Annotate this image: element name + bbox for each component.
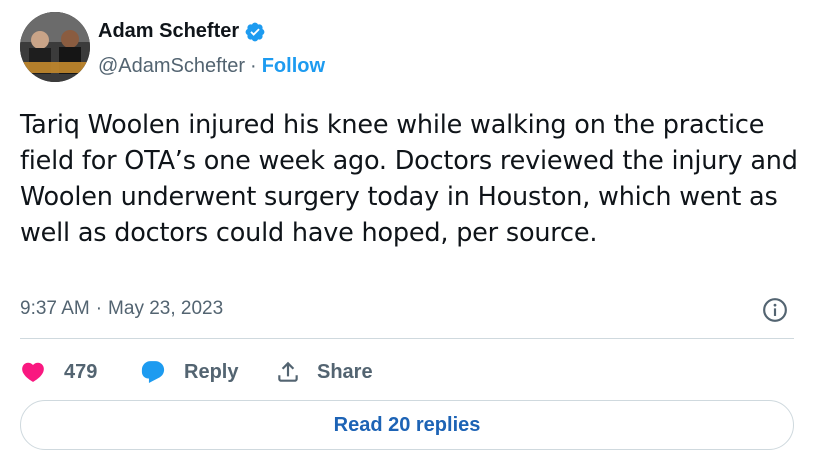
heart-icon xyxy=(22,362,44,382)
info-icon[interactable] xyxy=(762,297,788,323)
reply-button[interactable]: Reply xyxy=(140,359,275,385)
like-button[interactable]: 479 xyxy=(20,359,140,385)
author-display-name[interactable]: Adam Schefter xyxy=(98,20,239,43)
tweet-text: Tariq Woolen injured his knee while walk… xyxy=(20,110,798,248)
tweet-time: 9:37 AM xyxy=(20,298,90,319)
tweet-timestamp[interactable]: 9:37 AM · May 23, 2023 xyxy=(20,298,223,320)
reply-bubble-icon xyxy=(141,361,165,383)
read-replies-button[interactable]: Read 20 replies xyxy=(20,400,794,450)
author-handle[interactable]: @AdamSchefter xyxy=(98,55,245,78)
share-label: Share xyxy=(317,360,373,383)
separator-dot: · xyxy=(95,298,103,319)
verified-badge-icon xyxy=(245,22,265,41)
author-handle-row: @AdamSchefter · Follow xyxy=(98,55,325,78)
tweet-date: May 23, 2023 xyxy=(108,298,224,319)
like-count: 479 xyxy=(64,360,98,383)
reply-label: Reply xyxy=(184,360,239,383)
separator-dot: · xyxy=(250,55,257,77)
share-button[interactable]: Share xyxy=(275,359,373,385)
avatar[interactable] xyxy=(20,12,90,82)
divider xyxy=(20,338,794,339)
author-name-row: Adam Schefter xyxy=(98,20,266,43)
tweet-actions: 479 Reply Share xyxy=(20,357,373,387)
avatar-image xyxy=(20,12,90,82)
share-icon xyxy=(278,361,298,382)
follow-button[interactable]: Follow xyxy=(262,55,325,78)
